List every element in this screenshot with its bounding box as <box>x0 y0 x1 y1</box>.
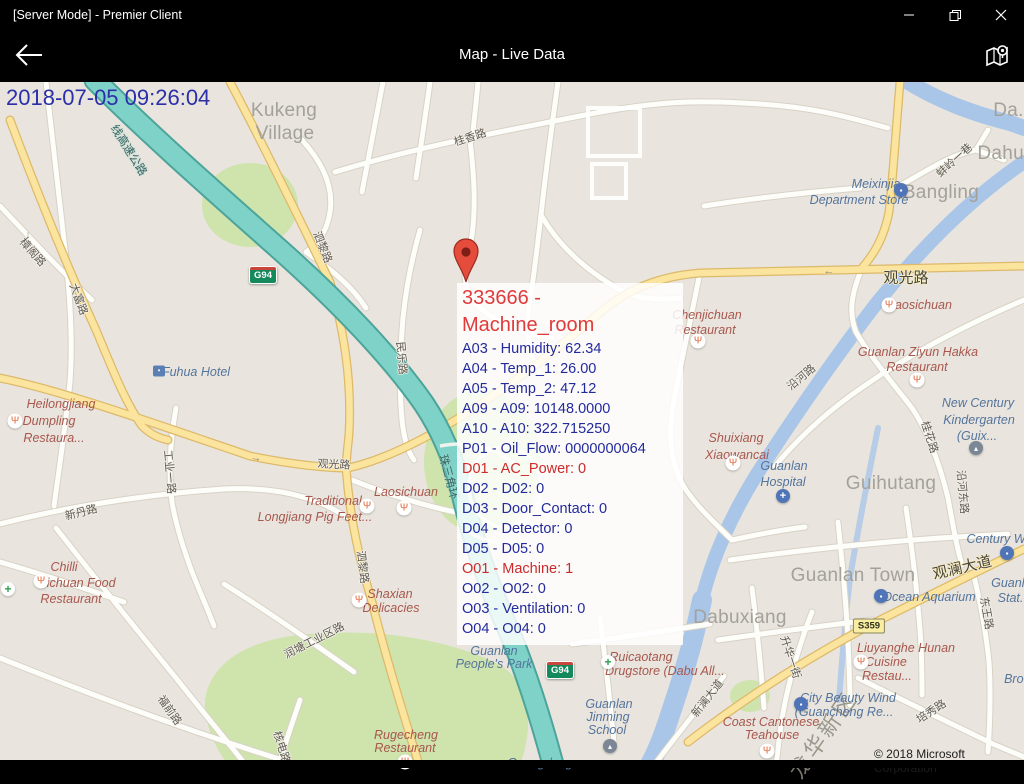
popup-line: D05 - D05: 0 <box>462 539 675 559</box>
popup-line: A03 - Humidity: 62.34 <box>462 339 675 359</box>
popup-line: D02 - D02: 0 <box>462 479 675 499</box>
popup-line: A05 - Temp_2: 47.12 <box>462 379 675 399</box>
minimize-button[interactable] <box>886 0 932 30</box>
popup-line: O01 - Machine: 1 <box>462 559 675 579</box>
river-layer <box>648 82 1024 762</box>
popup-line: A10 - A10: 322.715250 <box>462 419 675 439</box>
popup-line: O03 - Ventilation: 0 <box>462 599 675 619</box>
popup-line: D04 - Detector: 0 <box>462 519 675 539</box>
page-title: Map - Live Data <box>0 46 1024 63</box>
map-pin-icon <box>983 42 1011 70</box>
close-button[interactable] <box>978 0 1024 30</box>
popup-line: O02 - O02: 0 <box>462 579 675 599</box>
map-pin[interactable] <box>451 238 481 289</box>
map-layers-button[interactable] <box>980 40 1014 72</box>
restore-button[interactable] <box>932 0 978 30</box>
restore-icon <box>949 9 962 22</box>
window-controls <box>886 0 1024 30</box>
popup-line: D03 - Door_Contact: 0 <box>462 499 675 519</box>
window-title: [Server Mode] - Premier Client <box>13 8 182 22</box>
bottom-bar <box>0 760 1024 768</box>
popup-line: O04 - O04: 0 <box>462 619 675 639</box>
app-bar: Map - Live Data <box>0 30 1024 82</box>
popup-line: D01 - AC_Power: 0 <box>462 459 675 479</box>
popup-line: P01 - Oil_Flow: 0000000064 <box>462 439 675 459</box>
popup-line: A04 - Temp_1: 26.00 <box>462 359 675 379</box>
minimize-icon <box>903 9 915 21</box>
popup-title: 333666 - Machine_room <box>462 285 675 339</box>
pushpin-icon <box>451 238 481 284</box>
popup-line: A09 - A09: 10148.0000 <box>462 399 675 419</box>
title-bar: [Server Mode] - Premier Client <box>0 0 1024 30</box>
close-icon <box>995 9 1007 21</box>
popup-lines: A03 - Humidity: 62.34A04 - Temp_1: 26.00… <box>462 339 675 639</box>
info-popup: 333666 - Machine_room A03 - Humidity: 62… <box>457 283 683 645</box>
live-timestamp: 2018-07-05 09:26:04 <box>6 85 210 111</box>
building-outlines <box>588 108 640 198</box>
